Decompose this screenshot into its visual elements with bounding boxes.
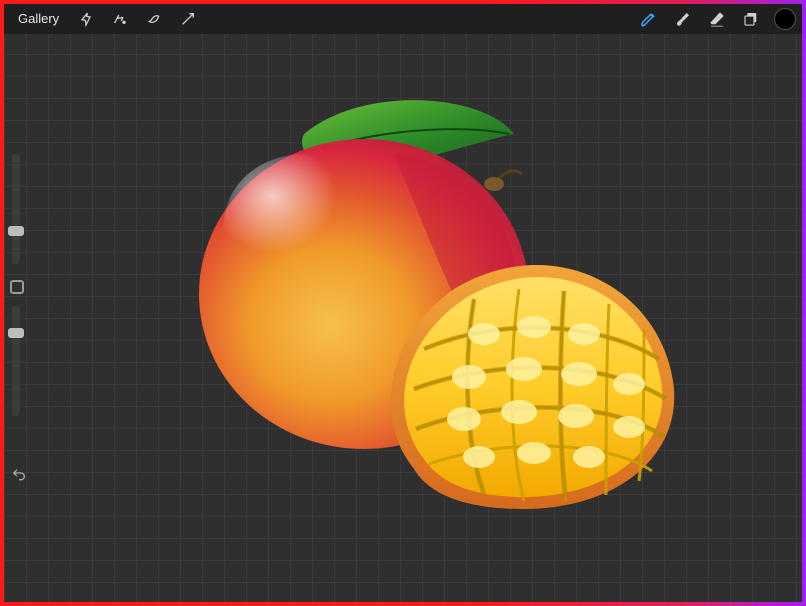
eyedropper-modifier[interactable] xyxy=(10,280,24,294)
color-well[interactable] xyxy=(774,8,796,30)
adjustments-icon[interactable] xyxy=(105,5,135,33)
transform-icon[interactable] xyxy=(173,5,203,33)
gallery-button[interactable]: Gallery xyxy=(10,5,67,33)
layers-icon[interactable] xyxy=(736,5,766,33)
actions-icon[interactable] xyxy=(71,5,101,33)
highlight-border: Gallery xyxy=(0,0,806,606)
brush-opacity-slider[interactable] xyxy=(12,306,20,416)
brush-opacity-thumb[interactable] xyxy=(8,328,24,338)
brush-size-slider[interactable] xyxy=(12,154,20,264)
brush-icon[interactable] xyxy=(634,5,664,33)
canvas-artwork-mango xyxy=(164,74,684,514)
brush-size-thumb[interactable] xyxy=(8,226,24,236)
procreate-app-window: Gallery xyxy=(4,4,802,602)
canvas-area[interactable] xyxy=(4,4,802,602)
top-toolbar: Gallery xyxy=(4,4,802,34)
eraser-icon[interactable] xyxy=(702,5,732,33)
side-panel xyxy=(4,154,30,428)
undo-icon[interactable] xyxy=(8,464,30,486)
smudge-icon[interactable] xyxy=(668,5,698,33)
selection-icon[interactable] xyxy=(139,5,169,33)
